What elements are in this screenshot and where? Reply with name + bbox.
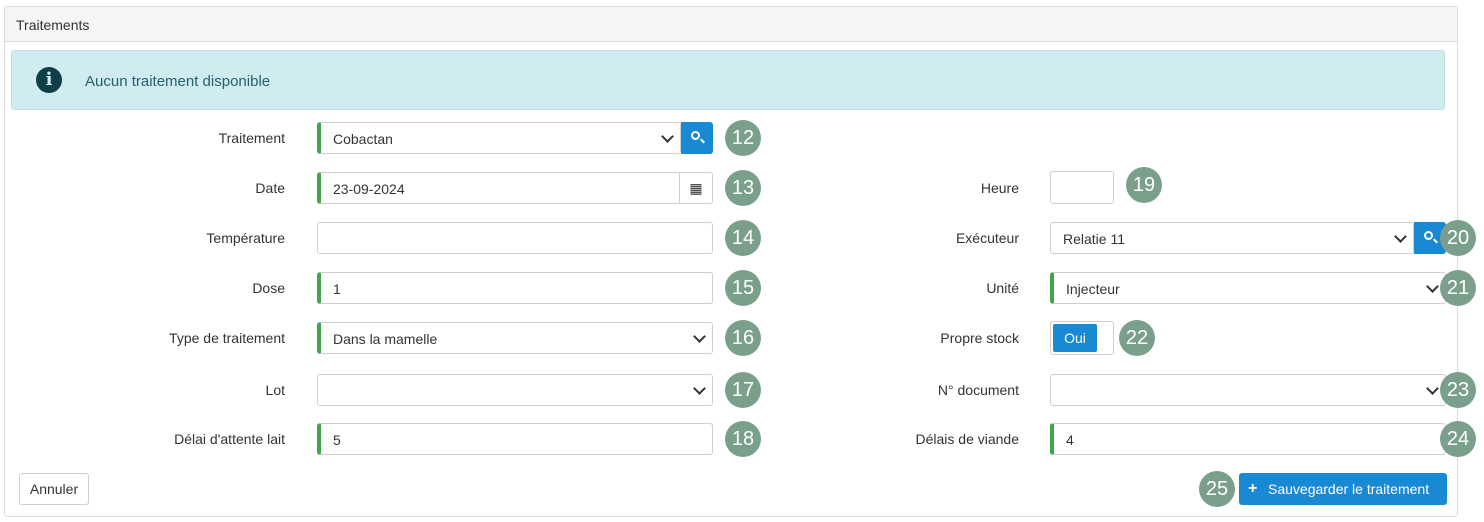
- traitement-select[interactable]: Cobactan: [317, 122, 681, 154]
- cancel-button[interactable]: Annuler: [19, 473, 89, 505]
- executeur-select[interactable]: Relatie 11: [1050, 222, 1414, 254]
- step-badge: 23: [1440, 372, 1476, 408]
- chevron-down-icon: [661, 130, 674, 143]
- propre-stock-label: Propre stock: [940, 330, 1019, 346]
- toggle-on-label: Oui: [1053, 324, 1097, 352]
- executeur-value: Relatie 11: [1063, 231, 1126, 247]
- traitement-value: Cobactan: [333, 131, 393, 147]
- info-circle-icon: i: [36, 67, 62, 93]
- unite-select[interactable]: Injecteur: [1050, 272, 1446, 304]
- step-badge: 21: [1440, 270, 1476, 306]
- meat-withdrawal-value: 4: [1066, 432, 1074, 448]
- step-badge: 12: [725, 120, 761, 156]
- step-badge: 25: [1199, 471, 1235, 507]
- chevron-down-icon: [1394, 230, 1407, 243]
- step-badge: 22: [1119, 320, 1155, 356]
- unite-value: Injecteur: [1066, 281, 1120, 297]
- chevron-down-icon: [1426, 280, 1439, 293]
- step-badge: 20: [1440, 220, 1476, 256]
- traitement-search-button[interactable]: [681, 122, 713, 154]
- meat-withdrawal-input[interactable]: 4: [1050, 423, 1446, 455]
- chevron-down-icon: [1426, 382, 1439, 395]
- info-alert: i Aucun traitement disponible: [11, 50, 1445, 110]
- document-label: N° document: [937, 382, 1019, 398]
- executeur-label: Exécuteur: [955, 230, 1019, 246]
- heure-input[interactable]: [1050, 171, 1114, 204]
- search-icon: [691, 131, 700, 140]
- plus-icon: +: [1248, 480, 1258, 497]
- traitement-label: Traitement: [218, 130, 285, 146]
- unite-label: Unité: [986, 280, 1019, 296]
- search-icon: [1424, 231, 1433, 240]
- propre-stock-toggle[interactable]: Oui: [1050, 321, 1114, 355]
- document-select[interactable]: [1050, 374, 1446, 406]
- save-treatment-label: Sauvegarder le traitement: [1268, 481, 1430, 497]
- step-badge: 24: [1440, 421, 1476, 457]
- panel-title: Traitements: [16, 17, 90, 33]
- meat-withdrawal-label: Délais de viande: [915, 431, 1019, 447]
- heure-label: Heure: [980, 180, 1019, 196]
- alert-text: Aucun traitement disponible: [85, 73, 271, 90]
- step-badge: 19: [1126, 167, 1162, 203]
- panel-heading: Traitements: [5, 7, 1457, 42]
- save-treatment-button[interactable]: + Sauvegarder le traitement: [1239, 473, 1447, 505]
